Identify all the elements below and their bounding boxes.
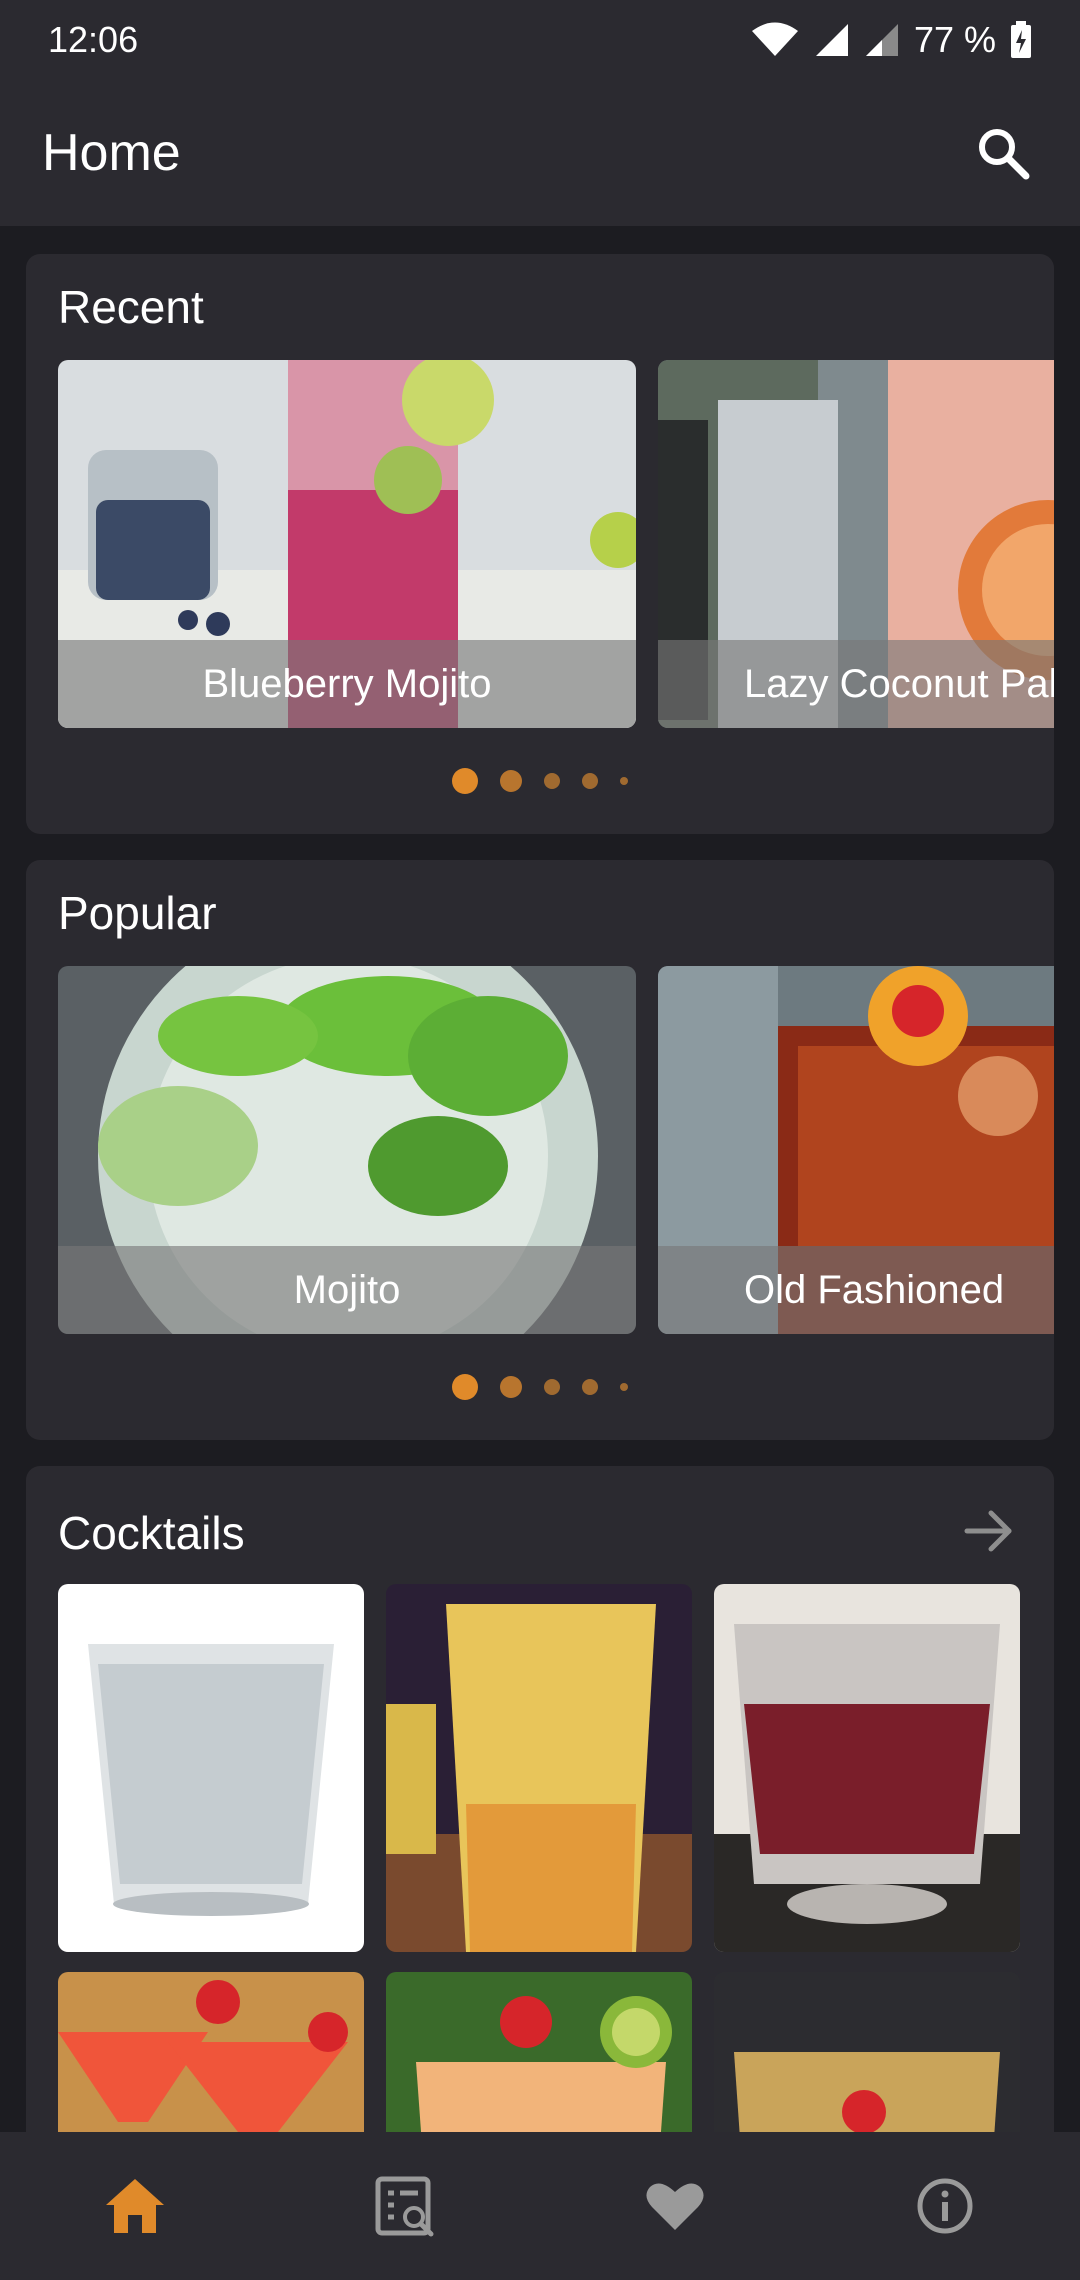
status-time: 12:06 xyxy=(48,19,139,60)
cell-signal-weak-icon xyxy=(864,22,900,58)
cocktails-title: Cocktails xyxy=(58,1507,245,1559)
recent-slide-caption: Blueberry Mojito xyxy=(58,640,636,728)
recent-carousel[interactable]: Blueberry Mojito Lazy Coconut Paloma xyxy=(58,360,1054,728)
search-list-icon xyxy=(375,2176,434,2237)
arrow-right-icon xyxy=(964,1510,1012,1552)
page-title: Home xyxy=(42,124,181,182)
recent-page-indicator xyxy=(26,768,1054,794)
cocktail-tile[interactable] xyxy=(58,1584,364,1952)
page-dot xyxy=(452,768,478,794)
cocktail-image xyxy=(714,1584,1020,1952)
bottom-navigation xyxy=(0,2132,1080,2280)
recent-slide-caption: Lazy Coconut Paloma xyxy=(658,640,1054,728)
page-dot xyxy=(620,777,628,785)
recent-slide[interactable]: Blueberry Mojito xyxy=(58,360,636,728)
cocktail-tile[interactable] xyxy=(386,1584,692,1952)
battery-percent: 77 % xyxy=(913,19,996,60)
cell-signal-icon xyxy=(814,22,850,58)
heart-icon xyxy=(646,2183,704,2230)
nav-info[interactable] xyxy=(885,2146,1005,2266)
page-dot xyxy=(582,773,598,789)
cocktails-card: Cocktails xyxy=(26,1466,1054,2166)
cocktail-tile[interactable] xyxy=(714,1584,1020,1952)
popular-carousel[interactable]: Mojito Old Fashioned xyxy=(58,966,1054,1334)
app-bar: Home xyxy=(0,80,1080,226)
search-icon xyxy=(979,129,1030,180)
nav-search-list[interactable] xyxy=(345,2146,465,2266)
battery-icon xyxy=(1010,21,1032,59)
cocktail-image xyxy=(386,1584,692,1952)
page-dot xyxy=(544,1379,560,1395)
popular-slide-caption: Mojito xyxy=(58,1246,636,1334)
status-bar: 12:06 77 % xyxy=(0,0,1080,80)
see-all-button[interactable] xyxy=(954,1496,1024,1566)
info-icon xyxy=(917,2178,973,2234)
status-icons: 77 % xyxy=(750,19,1032,61)
page-dot xyxy=(500,1376,522,1398)
home-icon xyxy=(106,2179,164,2233)
nav-home[interactable] xyxy=(75,2146,195,2266)
popular-slide[interactable]: Mojito xyxy=(58,966,636,1334)
popular-card: Popular Mojito Old Fashioned xyxy=(26,860,1054,1440)
search-button[interactable] xyxy=(968,118,1038,188)
page-dot xyxy=(620,1383,628,1391)
page-dot xyxy=(500,770,522,792)
page-dot xyxy=(582,1379,598,1395)
popular-title: Popular xyxy=(58,887,217,939)
recent-title: Recent xyxy=(58,281,204,333)
popular-page-indicator xyxy=(26,1374,1054,1400)
page-dot xyxy=(544,773,560,789)
wifi-icon xyxy=(750,22,800,58)
popular-slide[interactable]: Old Fashioned xyxy=(658,966,1054,1334)
recent-card: Recent Blueberry Mojito Lazy Coconut Pal xyxy=(26,254,1054,834)
recent-slide[interactable]: Lazy Coconut Paloma xyxy=(658,360,1054,728)
popular-slide-caption: Old Fashioned xyxy=(658,1246,1054,1334)
page-dot xyxy=(452,1374,478,1400)
nav-favorites[interactable] xyxy=(615,2146,735,2266)
cocktail-image xyxy=(58,1584,364,1952)
